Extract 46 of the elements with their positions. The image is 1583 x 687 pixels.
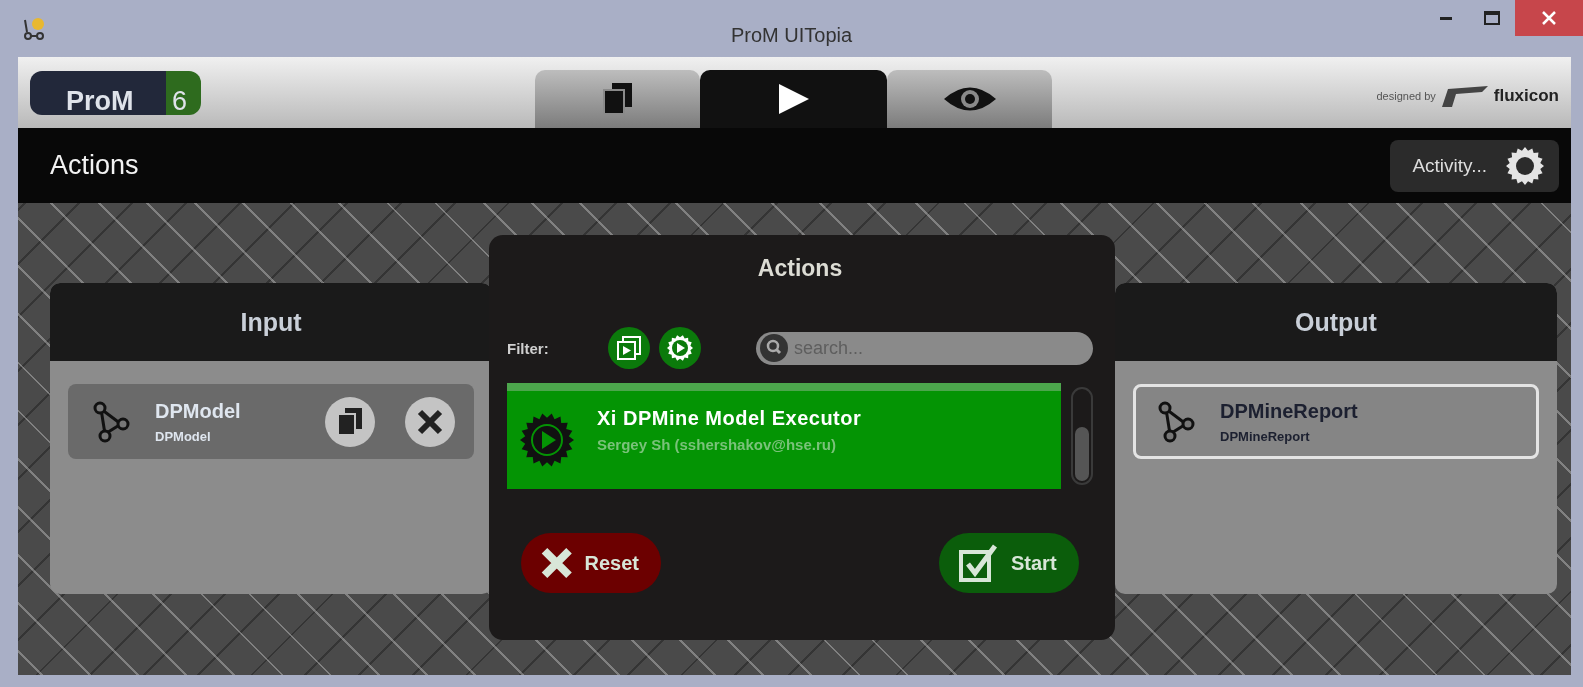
object-type: DPModel — [155, 428, 212, 444]
copy-button[interactable] — [325, 396, 375, 447]
object-type: DPMineReport — [1220, 428, 1311, 444]
filter-toggle[interactable] — [608, 327, 650, 369]
windows-play-icon — [616, 335, 642, 361]
object-item[interactable]: DPMineReport DPMineReport — [1133, 384, 1539, 459]
scrollbar[interactable] — [1071, 387, 1093, 485]
gear-play-icon — [666, 334, 694, 362]
wing-logo-icon — [1441, 85, 1488, 107]
view-tab[interactable] — [700, 70, 887, 128]
action-name: Xi DPMine Model Executor — [597, 407, 862, 430]
maximize-icon — [1484, 11, 1500, 25]
brand-name: fluxicon — [1493, 86, 1559, 106]
cross-icon — [541, 545, 573, 581]
activity-button[interactable]: Activity... — [1390, 139, 1559, 192]
close-icon — [417, 408, 443, 435]
filter-label: Filter: — [507, 339, 550, 357]
search-icon — [760, 334, 788, 362]
logo-text: ProM — [30, 71, 166, 115]
window-title: ProM UITopia — [730, 24, 853, 47]
copy-icon — [337, 407, 363, 436]
remove-button[interactable] — [405, 396, 455, 447]
reset-button[interactable]: Reset — [521, 533, 661, 593]
panel-title: Input — [50, 283, 492, 361]
page-title: Actions — [50, 150, 139, 181]
object-item[interactable]: DPModel DPModel — [68, 384, 474, 459]
close-button[interactable] — [1515, 0, 1583, 36]
credit-text: designed by — [1376, 90, 1436, 102]
object-name: DPMineReport — [1220, 399, 1359, 423]
copy-icon — [602, 83, 633, 115]
action-item[interactable]: Xi DPMine Model Executor Sergey Sh (sshershakov@hse.ru) — [507, 383, 1061, 489]
object-name: DPModel — [155, 399, 242, 423]
play-icon — [776, 82, 811, 116]
gear-icon — [1505, 145, 1545, 186]
dialog-title: Actions — [756, 255, 844, 283]
action-author: Sergey Sh (sshershakov@hse.ru) — [597, 436, 837, 453]
filter-toggle[interactable] — [659, 327, 701, 369]
panel-title: Output — [1115, 283, 1557, 361]
view-tab[interactable] — [535, 70, 700, 128]
view-tab[interactable] — [887, 70, 1052, 128]
minimize-icon — [1440, 16, 1452, 20]
gear-play-icon — [519, 412, 575, 468]
start-button[interactable]: Start — [939, 533, 1079, 593]
close-icon — [1542, 11, 1556, 25]
checkbox-icon — [959, 544, 999, 582]
logo-version: 6 — [166, 71, 202, 115]
